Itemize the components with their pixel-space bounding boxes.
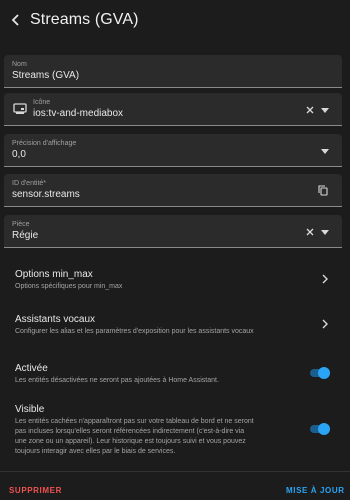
precision-select[interactable]: Précision d'affichage 0,0 [4,134,342,167]
tv-monitor-icon [12,102,28,116]
min-max-title: Options min_max [15,269,93,280]
min-max-options-row[interactable]: Options min_max Options spécifiques pour… [0,260,350,300]
min-max-subtitle: Options spécifiques pour min_max [15,283,123,290]
clear-icon[interactable] [305,105,315,115]
name-field-label: Nom [12,61,27,68]
dropdown-arrow-icon[interactable] [320,106,330,114]
visible-subtitle-line: pas incluses lorsqu'elles seront référen… [15,428,245,435]
footer-divider [0,471,350,472]
entity-id-field[interactable]: ID d'entité* sensor.streams [4,174,342,207]
precision-value: 0,0 [12,149,26,160]
name-field-value: Streams (GVA) [12,70,80,81]
visible-title: Visible [15,404,45,415]
visible-subtitle-line: toujours interagir avec elles par le bia… [15,448,176,455]
icon-field-value: ios:tv-and-mediabox [33,108,124,119]
name-field[interactable]: Nom Streams (GVA) [4,55,342,88]
area-label: Pièce [12,221,30,228]
chevron-right-icon [320,272,330,286]
copy-icon[interactable] [317,184,329,196]
page-title: Streams (GVA) [30,11,139,28]
update-button[interactable]: MISE À JOUR [286,486,345,495]
chevron-right-icon [320,317,330,331]
icon-field-label: Icône [33,99,51,106]
delete-button[interactable]: SUPPRIMER [9,486,62,495]
visible-subtitle-line: une zone ou un appareil). Leur historiqu… [15,438,246,445]
entity-id-value: sensor.streams [12,189,80,200]
enabled-setting: Activée Les entités désactivées ne seron… [0,358,350,390]
dropdown-arrow-icon[interactable] [320,147,330,155]
voice-assistants-row[interactable]: Assistants vocaux Configurer les alias e… [0,305,350,345]
visible-setting: Visible Les entités cachées n'apparaîtro… [0,400,350,460]
visible-subtitle-line: Les entités cachées n'apparaîtront pas s… [15,418,254,425]
voice-assistants-subtitle: Configurer les alias et les paramètres d… [15,328,254,335]
area-picker-field[interactable]: Pièce Régie [4,215,342,248]
dropdown-arrow-icon[interactable] [320,228,330,236]
enabled-title: Activée [15,363,48,374]
precision-label: Précision d'affichage [12,140,77,147]
icon-picker-field[interactable]: Icône ios:tv-and-mediabox [4,93,342,126]
visible-toggle[interactable] [306,423,330,435]
entity-id-label: ID d'entité* [12,180,47,187]
voice-assistants-title: Assistants vocaux [15,314,96,325]
enabled-subtitle: Les entités désactivées ne seront pas aj… [15,377,219,384]
enabled-toggle[interactable] [306,367,330,379]
back-arrow-icon [11,14,19,26]
back-button[interactable] [4,8,28,32]
dialog-header: Streams (GVA) [0,0,350,40]
area-value: Régie [12,230,39,241]
clear-icon[interactable] [305,227,315,237]
